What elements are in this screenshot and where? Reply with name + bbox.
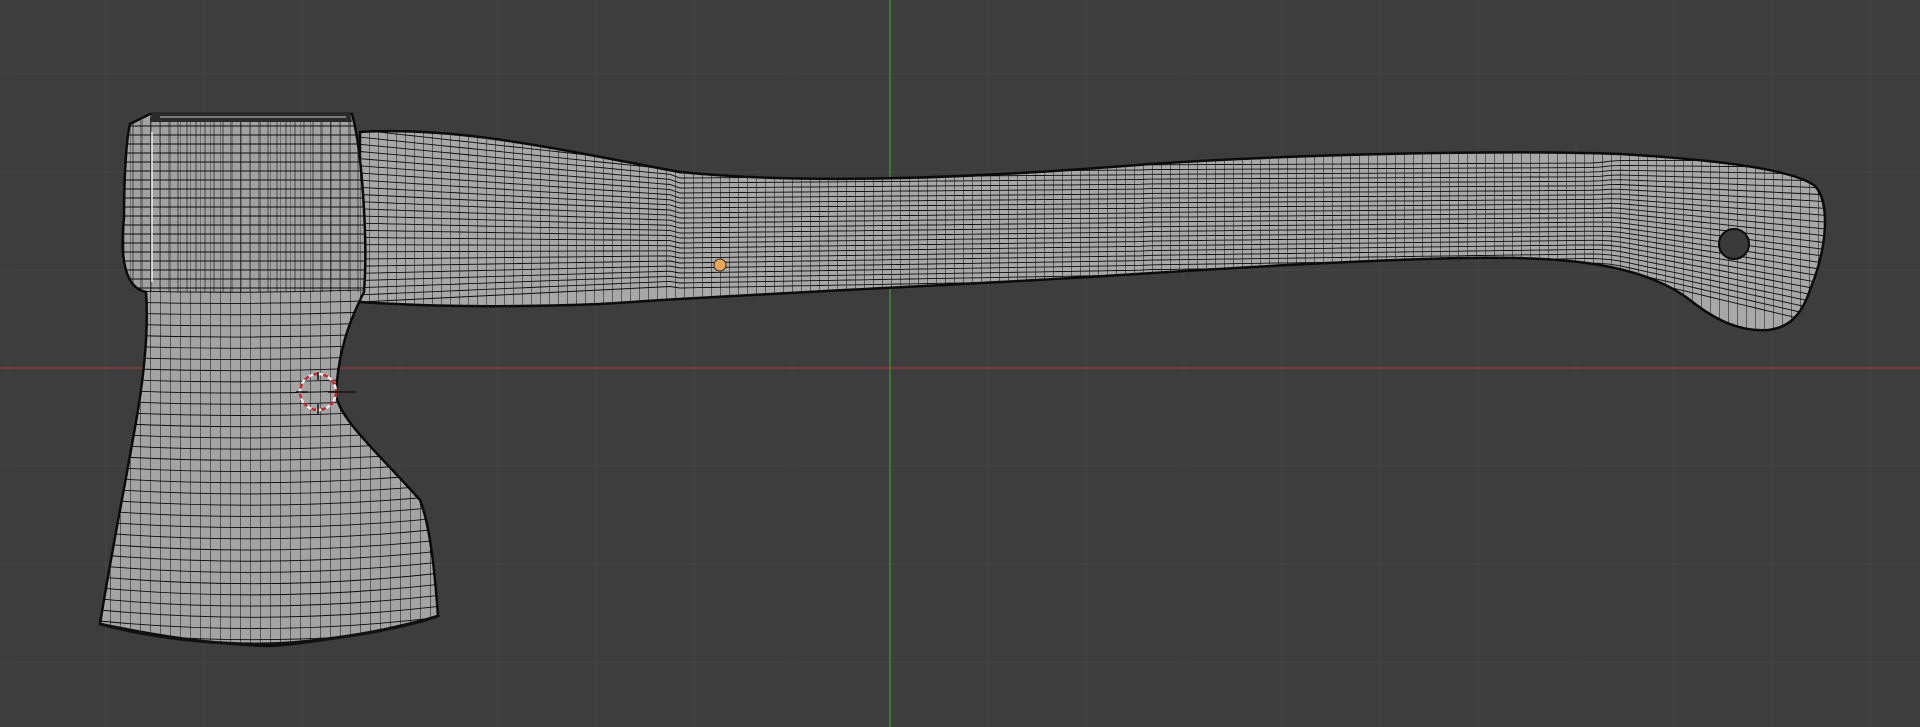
axe-object[interactable] <box>90 100 1835 651</box>
lanyard-hole <box>1718 228 1750 260</box>
axe-handle-mesh[interactable] <box>355 100 1835 340</box>
3d-viewport[interactable] <box>0 0 1920 727</box>
object-origin-dot[interactable] <box>713 258 727 272</box>
